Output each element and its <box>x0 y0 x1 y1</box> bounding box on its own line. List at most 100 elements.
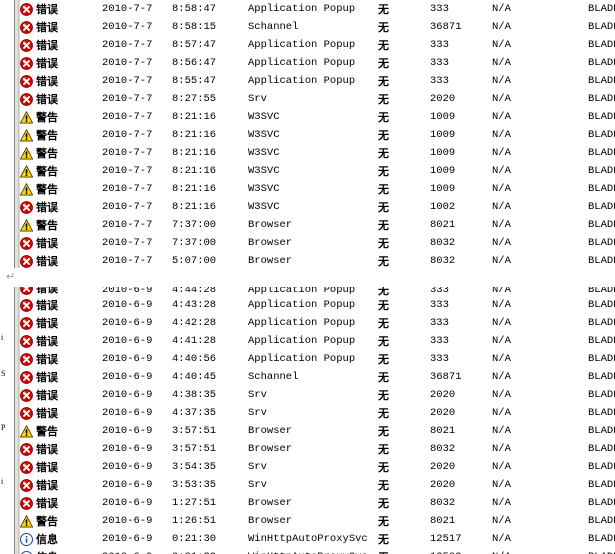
table-row[interactable]: 错误 2010-7-7 8:58:47 Application Popup 无 333 N/… <box>20 0 615 18</box>
event-list-top[interactable]: 错误 2010-7-7 8:58:47 Application Popup 无 333 N/… <box>20 0 615 268</box>
event-category-cell: 无 <box>378 478 389 492</box>
table-row[interactable]: 警告 2010-7-7 8:21:16 W3SVC 无 1009 N/A BLADE3 <box>20 144 615 162</box>
table-row[interactable]: 错误 2010-6-9 4:41:28 Application Popup 无 333 N/… <box>20 332 615 350</box>
event-type-cell: 信息 <box>20 531 102 547</box>
tree-item-stub[interactable]: S <box>1 369 5 378</box>
table-row[interactable]: 错误 2010-6-9 4:40:45 Schannel 无 36871 N/A BLADE3 <box>20 368 615 386</box>
event-user-cell: N/A <box>492 147 511 159</box>
event-id-cell: 333 <box>430 57 449 69</box>
table-row[interactable]: 错误 2010-6-9 3:53:35 Srv 无 2020 N/A BLADE3 <box>20 476 615 494</box>
event-source-cell: Srv <box>248 389 267 401</box>
event-type-cell: 警告 <box>20 145 102 161</box>
event-type-label: 警告 <box>36 219 58 232</box>
tree-item-stub[interactable]: P <box>1 423 5 432</box>
error-icon <box>20 370 33 384</box>
event-date-cell: 2010-6-9 <box>102 515 153 527</box>
event-category-cell: 无 <box>378 56 389 70</box>
event-time-cell: 4:38:35 <box>172 389 217 401</box>
event-source-cell: Srv <box>248 93 267 105</box>
event-id-cell: 8021 <box>430 219 456 231</box>
event-source-cell: Srv <box>248 479 267 491</box>
table-row[interactable]: 错误 2010-6-9 4:37:35 Srv 无 2020 N/A BLADE3 <box>20 404 615 422</box>
event-type-label: 警告 <box>36 183 58 196</box>
table-row[interactable]: 错误 2010-6-9 3:54:35 Srv 无 2020 N/A BLADE3 <box>20 458 615 476</box>
event-time-cell: 4:40:45 <box>172 371 217 383</box>
table-row[interactable]: 错误 2010-6-9 4:42:28 Application Popup 无 333 N/… <box>20 314 615 332</box>
event-id-cell: 8032 <box>430 497 456 509</box>
event-type-cell: 错误 <box>20 73 102 89</box>
event-type-cell: 警告 <box>20 513 102 529</box>
event-user-cell: N/A <box>492 111 511 123</box>
table-row[interactable]: 警告 2010-6-9 1:26:51 Browser 无 8021 N/A BLADE3 <box>20 512 615 530</box>
event-list-bottom[interactable]: 错误 2010-6-9 4:44:28 Application Popup 无 333 N/… <box>20 287 615 554</box>
event-type-cell: 警告 <box>20 127 102 143</box>
table-row[interactable]: 错误 2010-6-9 4:38:35 Srv 无 2020 N/A BLADE3 <box>20 386 615 404</box>
table-row[interactable]: 信息2010-6-90:21:30WinHttpAutoProxySvc无125… <box>20 530 615 548</box>
table-row[interactable]: 错误 2010-7-7 8:21:16 W3SVC 无 1002 N/A BLADE3 <box>20 198 615 216</box>
event-date-cell: 2010-7-7 <box>102 147 153 159</box>
table-row[interactable]: 警告 2010-7-7 8:21:16 W3SVC 无 1009 N/A BLADE3 <box>20 108 615 126</box>
event-source-cell: Application Popup <box>248 75 356 87</box>
event-type-cell: 错误 <box>20 405 102 421</box>
event-source-cell: Application Popup <box>248 353 356 365</box>
event-computer-cell: BLADE3 <box>588 461 615 473</box>
table-row[interactable]: 信息2010-6-90:21:30WinHttpAutoProxySvc无125… <box>20 548 615 554</box>
event-category-cell: 无 <box>378 370 389 384</box>
event-viewer-screenshot-bottom: i S Pi 错误 2010-6-9 4:44:28 Application Popup 无… <box>0 287 615 554</box>
event-time-cell: 8:58:15 <box>172 21 217 33</box>
tree-item-stub[interactable]: i <box>1 477 3 486</box>
event-date-cell: 2010-7-7 <box>102 39 153 51</box>
table-row[interactable]: 警告 2010-7-7 7:37:00 Browser 无 8021 N/A BLADE3 <box>20 216 615 234</box>
event-category-cell: 无 <box>378 20 389 34</box>
event-user-cell: N/A <box>492 353 511 365</box>
event-type-cell: 错误 <box>20 315 102 331</box>
error-icon <box>20 92 33 106</box>
event-type-label: 错误 <box>36 299 58 312</box>
event-type-label: 警告 <box>36 425 58 438</box>
event-source-cell: Browser <box>248 219 293 231</box>
event-user-cell: N/A <box>492 407 511 419</box>
table-row[interactable]: 错误 2010-7-7 8:57:47 Application Popup 无 333 N/… <box>20 36 615 54</box>
event-type-label: 警告 <box>36 515 58 528</box>
event-user-cell: N/A <box>492 201 511 213</box>
event-type-label: 错误 <box>36 407 58 420</box>
event-user-cell: N/A <box>492 75 511 87</box>
event-type-label: 错误 <box>36 93 58 106</box>
document-page: 错误 2010-7-7 8:58:47 Application Popup 无 333 N/… <box>0 0 615 554</box>
event-time-cell: 1:27:51 <box>172 497 217 509</box>
event-id-cell: 8032 <box>430 443 456 455</box>
table-row[interactable]: 错误 2010-6-9 4:43:28 Application Popup 无 333 N/… <box>20 296 615 314</box>
event-computer-cell: BLADE3 <box>588 75 615 87</box>
table-row[interactable]: 错误 2010-6-9 4:40:56 Application Popup 无 333 N/… <box>20 350 615 368</box>
table-row[interactable]: 错误 2010-7-7 8:27:55 Srv 无 2020 N/A BLADE3 <box>20 90 615 108</box>
event-category-cell: 无 <box>378 496 389 510</box>
table-row[interactable]: 错误 2010-7-7 8:56:47 Application Popup 无 333 N/… <box>20 54 615 72</box>
tree-pane-clipped-top <box>0 0 14 268</box>
table-row[interactable]: 警告 2010-6-9 3:57:51 Browser 无 8021 N/A BLADE3 <box>20 422 615 440</box>
event-time-cell: 3:54:35 <box>172 461 217 473</box>
table-row[interactable]: 错误 2010-7-7 7:37:00 Browser 无 8032 N/A BLADE3 <box>20 234 615 252</box>
event-time-cell: 5:07:00 <box>172 255 217 267</box>
event-type-label: 错误 <box>36 21 58 34</box>
paragraph-mark: ↵ <box>6 271 16 283</box>
event-source-cell: Application Popup <box>248 57 356 69</box>
table-row[interactable]: 错误 2010-7-7 5:07:00 Browser 无 8032 N/A BLADE3 <box>20 252 615 268</box>
table-row[interactable]: 错误 2010-6-9 3:57:51 Browser 无 8032 N/A BLADE3 <box>20 440 615 458</box>
event-date-cell: 2010-7-7 <box>102 93 153 105</box>
warning-icon <box>20 514 33 528</box>
tree-item-stub[interactable]: i <box>1 333 3 342</box>
table-row[interactable]: 错误 2010-6-9 1:27:51 Browser 无 8032 N/A BLADE3 <box>20 494 615 512</box>
event-source-cell: Srv <box>248 407 267 419</box>
error-icon <box>20 38 33 52</box>
table-row[interactable]: 错误 2010-7-7 8:55:47 Application Popup 无 333 N/… <box>20 72 615 90</box>
event-time-cell: 7:37:00 <box>172 237 217 249</box>
event-date-cell: 2010-7-7 <box>102 111 153 123</box>
table-row[interactable]: 警告 2010-7-7 8:21:16 W3SVC 无 1009 N/A BLADE3 <box>20 126 615 144</box>
event-category-cell: 无 <box>378 514 389 528</box>
table-row[interactable]: 警告 2010-7-7 8:21:16 W3SVC 无 1009 N/A BLADE3 <box>20 180 615 198</box>
table-row[interactable]: 错误 2010-7-7 8:58:15 Schannel 无 36871 N/A BLADE3 <box>20 18 615 36</box>
table-row[interactable]: 错误 2010-6-9 4:44:28 Application Popup 无 333 N/… <box>20 287 615 296</box>
event-id-cell: 1009 <box>430 111 456 123</box>
event-computer-cell: BLADE3 <box>588 129 615 141</box>
table-row[interactable]: 警告 2010-7-7 8:21:16 W3SVC 无 1009 N/A BLADE3 <box>20 162 615 180</box>
